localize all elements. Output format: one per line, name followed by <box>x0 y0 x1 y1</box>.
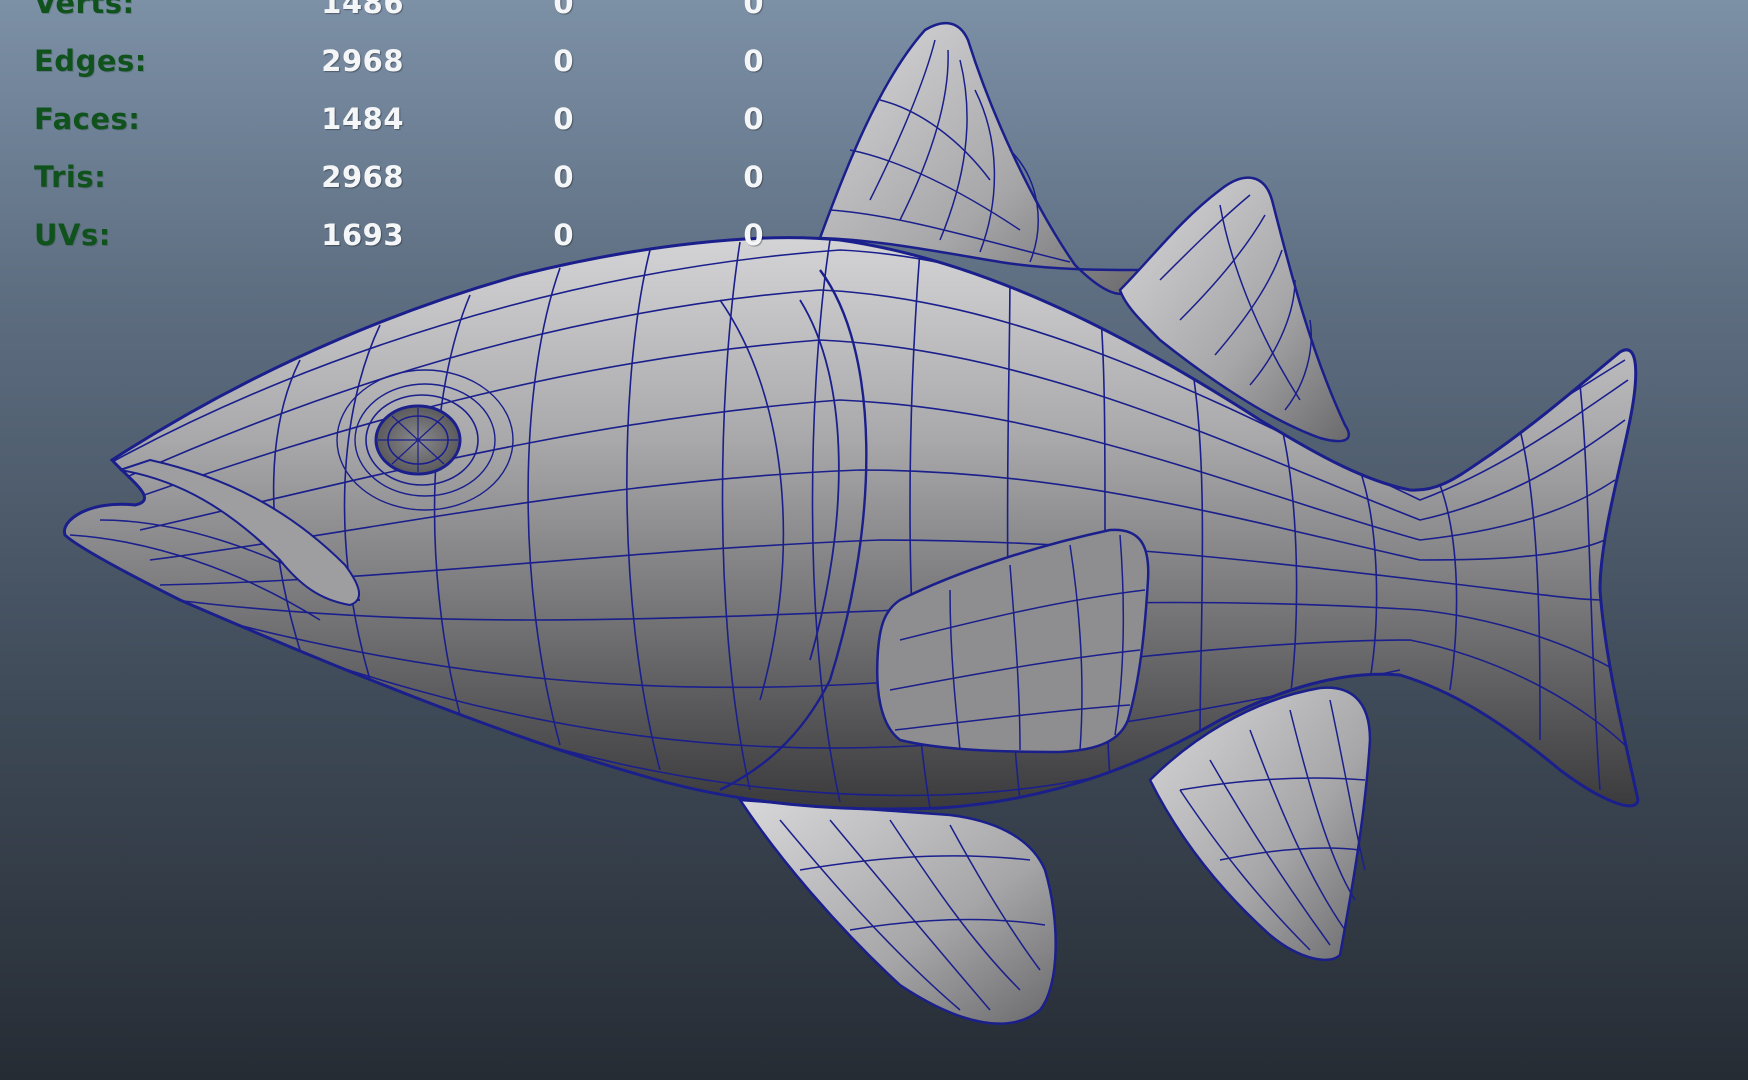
hud-label-faces: Faces: <box>34 102 141 136</box>
hud-edges-total: 2968 <box>321 44 404 78</box>
hud-verts-total: 1486 <box>321 0 404 20</box>
hud-uvs-third: 0 <box>743 218 764 252</box>
hud-faces-total: 1484 <box>321 102 404 136</box>
viewport-3d[interactable]: Verts: 1486 0 0 Edges: 2968 0 0 Faces: 1… <box>0 0 1748 1080</box>
hud-faces-third: 0 <box>743 102 764 136</box>
hud-row-uvs: UVs: 1693 0 0 <box>34 218 774 276</box>
hud-label-edges: Edges: <box>34 44 147 78</box>
fish-body <box>63 236 1640 811</box>
hud-edges-selected: 0 <box>553 44 574 78</box>
hud-verts-selected: 0 <box>553 0 574 20</box>
hud-uvs-selected: 0 <box>553 218 574 252</box>
hud-label-tris: Tris: <box>34 160 107 194</box>
hud-edges-third: 0 <box>743 44 764 78</box>
hud-faces-selected: 0 <box>553 102 574 136</box>
hud-row-tris: Tris: 2968 0 0 <box>34 160 774 218</box>
hud-label-verts: Verts: <box>34 0 135 20</box>
hud-row-edges: Edges: 2968 0 0 <box>34 44 774 102</box>
hud-row-faces: Faces: 1484 0 0 <box>34 102 774 160</box>
pelvic-fin <box>737 798 1057 1025</box>
hud-row-verts: Verts: 1486 0 0 <box>34 0 774 44</box>
hud-tris-third: 0 <box>743 160 764 194</box>
hud-tris-selected: 0 <box>553 160 574 194</box>
hud-uvs-total: 1693 <box>321 218 404 252</box>
hud-verts-third: 0 <box>743 0 764 20</box>
hud-label-uvs: UVs: <box>34 218 111 252</box>
hud-tris-total: 2968 <box>321 160 404 194</box>
